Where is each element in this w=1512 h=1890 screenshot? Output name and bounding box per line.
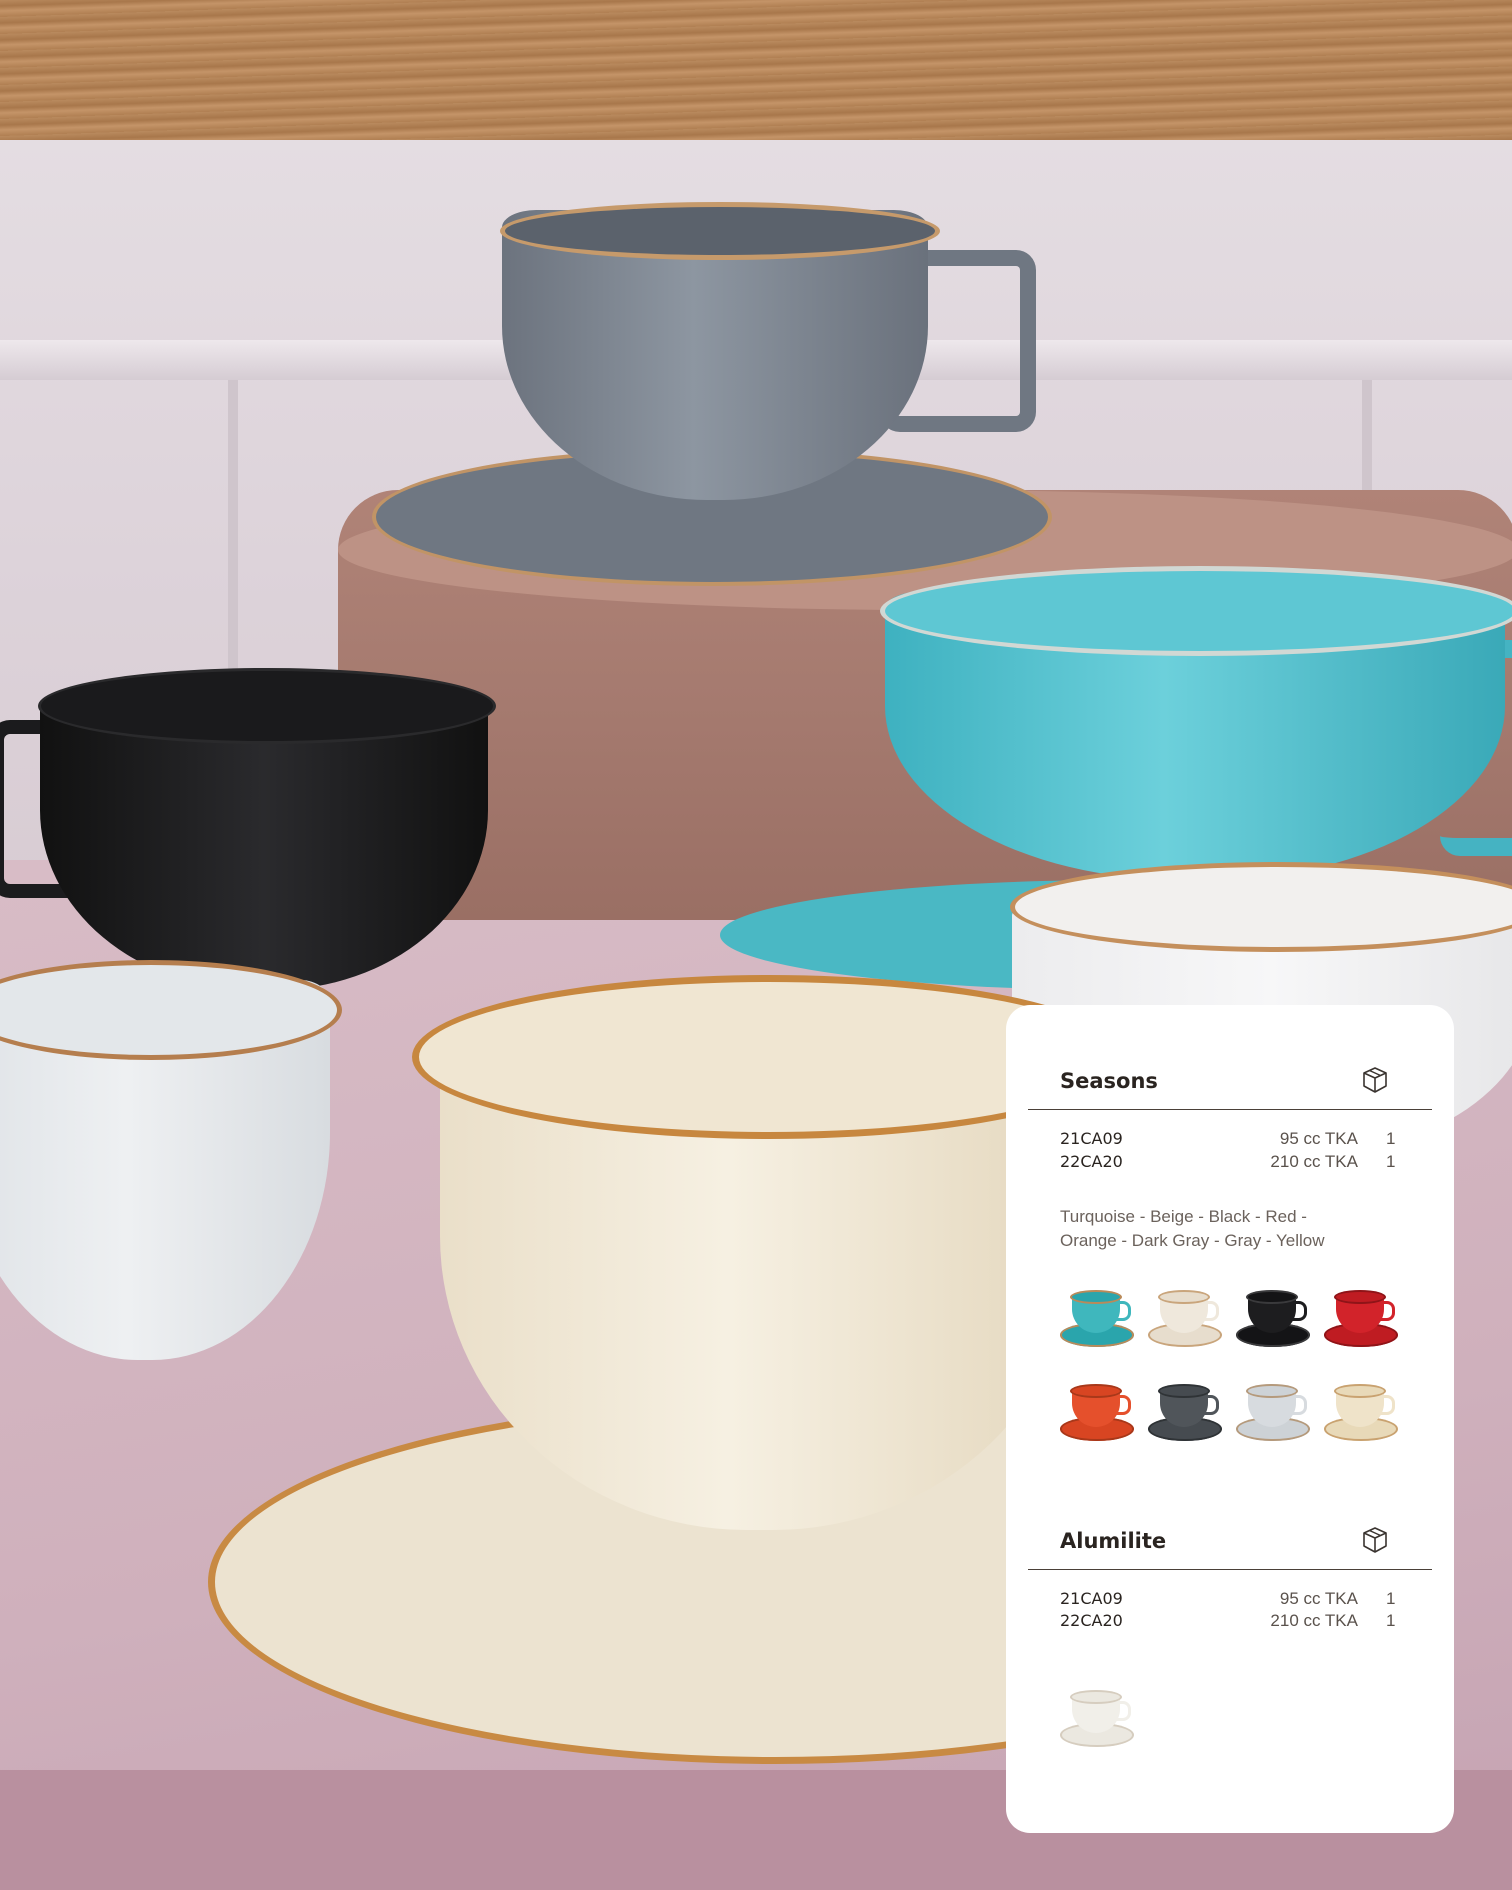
swatch-cup-rim (1160, 1386, 1208, 1396)
product-code: 21CA09 (1060, 1589, 1123, 1608)
product-row: 22CA20 210 cc TKA 1 (1060, 1611, 1400, 1633)
section-divider (1028, 1109, 1432, 1110)
black-cup-rim (38, 668, 496, 744)
color-options-line: Turquoise - Beige - Black - Red - (1060, 1207, 1307, 1226)
section-title: Seasons (1060, 1069, 1158, 1093)
product-quantity: 1 (1386, 1129, 1396, 1148)
swatch-red (1322, 1289, 1400, 1353)
swatch-orange (1058, 1383, 1136, 1447)
wood-shelf (0, 0, 1512, 140)
color-options-line: Orange - Dark Gray - Gray - Yellow (1060, 1231, 1325, 1250)
product-quantity: 1 (1386, 1611, 1396, 1630)
product-row: 22CA20 210 cc TKA 1 (1060, 1152, 1400, 1174)
swatch-cup-rim (1336, 1292, 1384, 1302)
swatch-cup-rim (1248, 1292, 1296, 1302)
section-title: Alumilite (1060, 1529, 1167, 1553)
product-row: 21CA09 95 cc TKA 1 (1060, 1129, 1400, 1151)
product-quantity: 1 (1386, 1589, 1396, 1608)
product-quantity: 1 (1386, 1152, 1396, 1171)
product-capacity: 210 cc TKA (1270, 1611, 1358, 1630)
product-capacity: 95 cc TKA (1279, 1589, 1358, 1608)
product-code: 22CA20 (1060, 1152, 1123, 1171)
product-row: 21CA09 95 cc TKA 1 (1060, 1589, 1400, 1611)
product-code: 22CA20 (1060, 1611, 1123, 1630)
product-info-card: Seasons 21CA09 95 cc TKA 1 22CA20 210 cc… (1006, 1005, 1454, 1833)
swatch-black (1234, 1289, 1312, 1353)
turquoise-cup-rim (880, 566, 1512, 656)
swatch-turquoise (1058, 1289, 1136, 1353)
swatch-cup-rim (1072, 1692, 1120, 1702)
swatch-cup-rim (1160, 1292, 1208, 1302)
swatch-dark-gray (1146, 1383, 1224, 1447)
swatch-cup-rim (1248, 1386, 1296, 1396)
swatch-cup-rim (1072, 1292, 1120, 1302)
swatch-cup-rim (1072, 1386, 1120, 1396)
swatch-beige (1146, 1289, 1224, 1353)
package-box-icon (1363, 1527, 1387, 1553)
product-capacity: 95 cc TKA (1279, 1129, 1358, 1148)
product-code: 21CA09 (1060, 1129, 1123, 1148)
color-options: Turquoise - Beige - Black - Red - Orange… (1060, 1205, 1390, 1253)
swatch-cup-rim (1336, 1386, 1384, 1396)
gray-cup-rim (500, 202, 940, 260)
section-divider (1028, 1569, 1432, 1570)
swatch-white (1058, 1689, 1136, 1753)
product-capacity: 210 cc TKA (1270, 1152, 1358, 1171)
swatch-yellow (1322, 1383, 1400, 1447)
package-box-icon (1363, 1067, 1387, 1093)
swatch-gray (1234, 1383, 1312, 1447)
